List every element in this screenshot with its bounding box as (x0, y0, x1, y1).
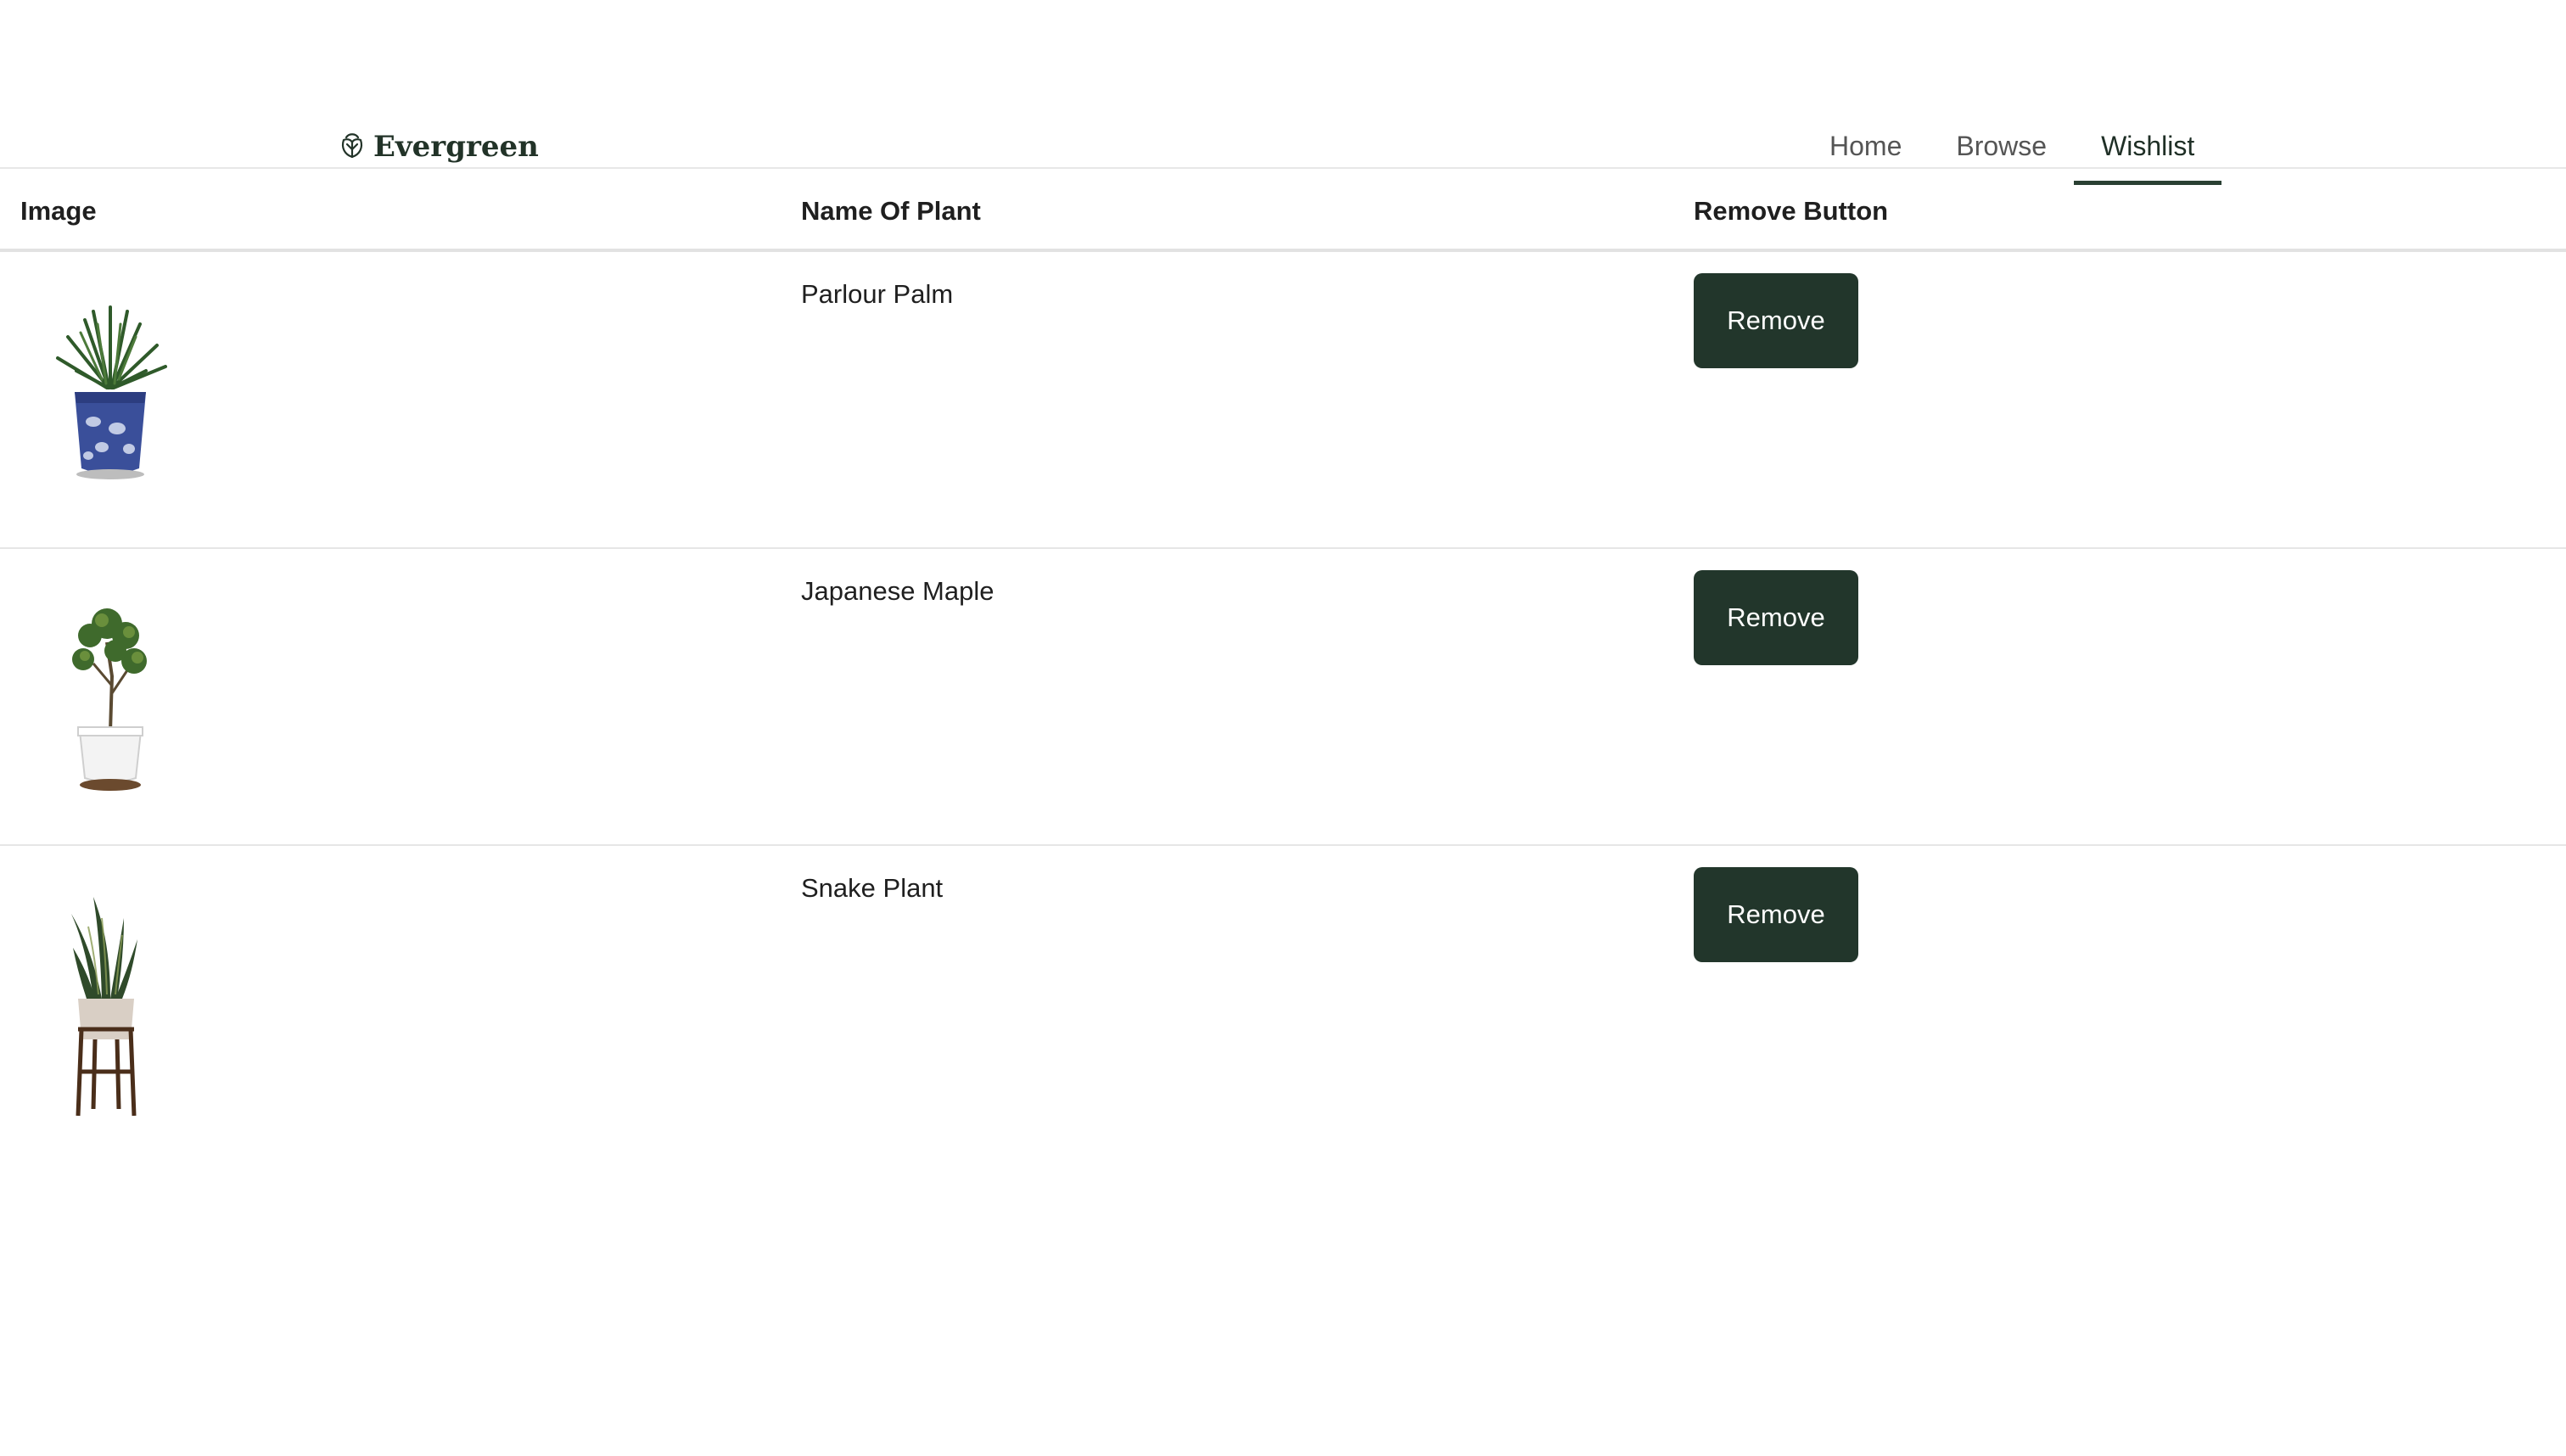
site-header: Evergreen Home Browse Wishlist (0, 0, 2566, 185)
leaf-icon (338, 131, 367, 164)
plant-name: Parlour Palm (801, 279, 954, 309)
snake-plant-image (34, 880, 187, 1126)
wishlist-page: Evergreen Home Browse Wishlist Image Nam… (0, 0, 2566, 1456)
brand-name: Evergreen (373, 130, 539, 164)
header-image: Image (20, 196, 97, 226)
plant-name: Snake Plant (801, 873, 944, 903)
wishlist-table: Image Name Of Plant Remove Button Parlou… (0, 169, 2566, 1143)
header-name: Name Of Plant (801, 196, 981, 226)
parlour-palm-plant-image (34, 286, 187, 532)
table-row: Parlour Palm Remove (0, 252, 2566, 549)
header-remove: Remove Button (1694, 196, 1889, 226)
remove-button[interactable]: Remove (1694, 273, 1858, 368)
brand-logo[interactable]: Evergreen (338, 127, 539, 166)
remove-button[interactable]: Remove (1694, 570, 1858, 665)
remove-button[interactable]: Remove (1694, 867, 1858, 962)
plant-name: Japanese Maple (801, 576, 994, 606)
table-row: Snake Plant Remove (0, 846, 2566, 1143)
table-row: Japanese Maple Remove (0, 549, 2566, 846)
japanese-maple-plant-image (34, 583, 187, 829)
table-header: Image Name Of Plant Remove Button (0, 169, 2566, 252)
